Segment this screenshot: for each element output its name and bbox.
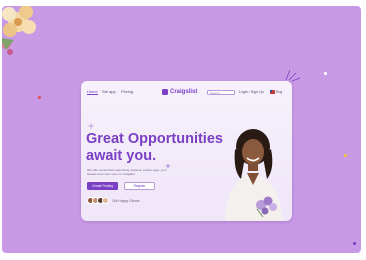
create-posting-button[interactable]: Create Posting — [87, 182, 118, 190]
confetti-dot — [38, 96, 41, 99]
hero-person-image — [225, 129, 283, 221]
hero-title-line1: Great Opportunities — [86, 131, 223, 147]
confetti-dot — [324, 72, 327, 75]
nav-link-home[interactable]: Home — [87, 89, 98, 95]
avatar-group — [87, 197, 109, 205]
nav-link-pricing[interactable]: Pricing — [121, 89, 133, 94]
website-preview: Home Stir app Pricing Craigslist Search.… — [81, 81, 292, 221]
happy-clients-label: 10k Happy Clients — [112, 199, 140, 203]
hero-subtitle: We offer customized opportunity workers,… — [87, 168, 167, 176]
hero-title-line2: await you. — [86, 148, 157, 164]
register-button[interactable]: Register — [124, 182, 155, 190]
flower-decoration — [2, 6, 36, 55]
promo-canvas: Home Stir app Pricing Craigslist Search.… — [2, 6, 361, 253]
hero-title: Great Opportunities await you. — [86, 131, 226, 165]
burst-decoration — [285, 69, 301, 82]
search-input[interactable]: Search... — [207, 89, 235, 95]
nav-link-stir-app[interactable]: Stir app — [102, 89, 116, 94]
login-link[interactable]: Login / Sign Up — [239, 90, 264, 94]
confetti-dot — [353, 242, 356, 245]
avatar — [102, 197, 109, 204]
navbar: Home Stir app Pricing Craigslist Search.… — [81, 81, 292, 99]
confetti-dot — [344, 154, 347, 157]
language-selector[interactable]: Eng — [276, 90, 282, 94]
flag-icon — [270, 90, 275, 94]
sparkle-icon — [87, 122, 95, 130]
logo-icon — [162, 89, 168, 95]
logo-text[interactable]: Craigslist — [170, 89, 197, 95]
